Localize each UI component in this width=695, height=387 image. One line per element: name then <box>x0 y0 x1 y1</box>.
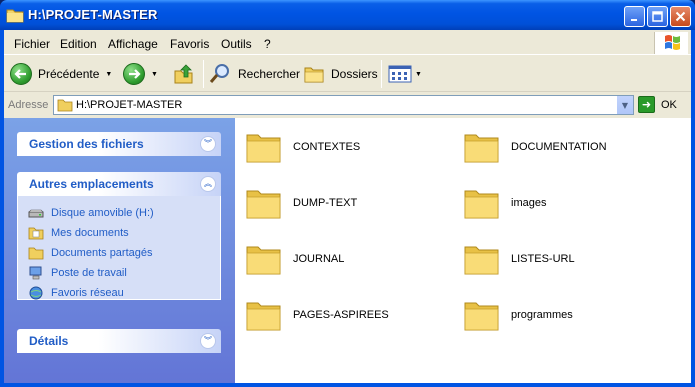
details-panel-header[interactable]: Détails ︾ <box>17 329 221 353</box>
minimize-icon[interactable] <box>624 6 645 27</box>
forward-arrow-icon <box>123 63 145 85</box>
search-label: Rechercher <box>238 67 301 81</box>
expand-chevron-icon[interactable]: ︾ <box>200 333 216 349</box>
up-folder-button[interactable] <box>173 59 195 89</box>
folders-label: Dossiers <box>331 67 378 81</box>
views-dropdown-arrow-icon[interactable]: ▼ <box>415 71 422 78</box>
address-value: H:\PROJET-MASTER <box>76 99 183 111</box>
folder-icon <box>464 134 499 163</box>
details-title: Détails <box>29 334 69 348</box>
address-dropdown-icon[interactable]: ▼ <box>616 96 633 114</box>
menu-edition[interactable]: Edition <box>60 37 97 51</box>
folder-icon <box>246 190 281 219</box>
place-shared-documents[interactable]: Documents partagés <box>28 246 153 260</box>
search-magnifier-icon <box>209 64 229 83</box>
file-management-panel-header[interactable]: Gestion des fichiers ︾ <box>17 132 221 156</box>
other-places-panel-header[interactable]: Autres emplacements ︽ <box>17 172 221 196</box>
windows-logo <box>654 32 688 54</box>
folder-item[interactable]: LISTES-URL <box>463 241 575 277</box>
close-icon[interactable] <box>670 6 691 27</box>
folders-button[interactable]: Dossiers <box>304 59 378 89</box>
folder-icon <box>246 246 281 275</box>
folder-name: PAGES-ASPIREES <box>293 309 389 321</box>
go-arrow-icon: ➜ <box>638 96 655 113</box>
address-bar: Adresse H:\PROJET-MASTER ▼ ➜ OK <box>4 93 691 117</box>
folder-icon <box>464 190 499 219</box>
back-arrow-icon <box>10 63 32 85</box>
folder-name: CONTEXTES <box>293 141 361 153</box>
place-label: Favoris réseau <box>51 287 124 299</box>
folder-icon <box>246 134 281 163</box>
window-frame-bottom <box>0 383 695 387</box>
folder-view: CONTEXTES DOCUMENTATION DUMP-TEXT images… <box>235 118 691 383</box>
folder-name: DOCUMENTATION <box>511 141 607 153</box>
search-button[interactable]: Rechercher <box>209 59 300 89</box>
views-icon <box>388 65 412 83</box>
up-folder-icon <box>174 64 193 84</box>
folder-item[interactable]: JOURNAL <box>245 241 344 277</box>
menu-favoris[interactable]: Favoris <box>170 37 209 51</box>
place-label: Poste de travail <box>51 267 127 279</box>
folder-name: DUMP-TEXT <box>293 197 358 209</box>
go-label: OK <box>661 98 677 111</box>
address-label: Adresse <box>8 99 49 111</box>
folder-icon <box>464 246 499 275</box>
address-input[interactable]: H:\PROJET-MASTER ▼ <box>53 95 634 115</box>
folder-name: programmes <box>511 309 573 321</box>
maximize-icon[interactable] <box>647 6 668 27</box>
folder-icon <box>57 99 73 112</box>
window-frame-right <box>691 30 695 387</box>
place-label: Mes documents <box>51 227 129 239</box>
other-places-title: Autres emplacements <box>29 177 154 191</box>
folder-icon <box>6 9 24 23</box>
place-label: Disque amovible (H:) <box>51 207 154 219</box>
folder-icon <box>464 302 499 331</box>
place-removable-drive[interactable]: Disque amovible (H:) <box>28 206 154 220</box>
title-bar[interactable]: H:\PROJET-MASTER <box>0 0 695 30</box>
place-my-computer[interactable]: Poste de travail <box>28 266 127 280</box>
folder-item[interactable]: DUMP-TEXT <box>245 185 357 221</box>
folder-item[interactable]: PAGES-ASPIREES <box>245 297 389 333</box>
folder-name: images <box>511 197 547 209</box>
folder-icon <box>246 302 281 331</box>
removable-drive-icon <box>28 209 44 218</box>
standard-toolbar: Précédente ▼ ▼ Rechercher Dossiers ▼ <box>4 56 691 92</box>
my-computer-icon <box>29 266 42 280</box>
back-button[interactable]: Précédente ▼ <box>10 59 112 89</box>
back-label: Précédente <box>38 67 100 81</box>
views-button[interactable]: ▼ <box>388 59 422 89</box>
menu-affichage[interactable]: Affichage <box>108 37 158 51</box>
task-pane: Gestion des fichiers ︾ Autres emplacemen… <box>4 118 235 383</box>
menu-outils[interactable]: Outils <box>221 37 252 51</box>
forward-dropdown-arrow-icon[interactable]: ▼ <box>151 71 158 78</box>
place-label: Documents partagés <box>51 247 153 259</box>
folder-name: JOURNAL <box>293 253 345 265</box>
folder-name: LISTES-URL <box>511 253 575 265</box>
place-network[interactable]: Favoris réseau <box>28 286 124 300</box>
go-button[interactable]: ➜ OK <box>638 96 677 113</box>
my-documents-icon <box>28 227 44 240</box>
menu-bar: Fichier Edition Affichage Favoris Outils… <box>4 30 691 55</box>
folder-item[interactable]: CONTEXTES <box>245 129 360 165</box>
forward-button[interactable]: ▼ <box>123 59 158 89</box>
folders-icon <box>304 67 324 83</box>
toolbar-separator <box>203 60 204 88</box>
other-places-panel-body: Disque amovible (H:) Mes documents Docum… <box>17 196 221 300</box>
window-title: H:\PROJET-MASTER <box>28 7 158 22</box>
folder-item[interactable]: images <box>463 185 546 221</box>
menu-help[interactable]: ? <box>264 37 271 51</box>
toolbar-separator <box>381 60 382 88</box>
file-management-title: Gestion des fichiers <box>29 137 144 151</box>
place-my-documents[interactable]: Mes documents <box>28 226 129 240</box>
expand-chevron-icon[interactable]: ︾ <box>200 136 216 152</box>
window-client: Fichier Edition Affichage Favoris Outils… <box>4 30 691 383</box>
network-places-icon <box>29 286 43 300</box>
back-dropdown-arrow-icon[interactable]: ▼ <box>105 71 112 78</box>
shared-folder-icon <box>28 247 44 260</box>
explorer-window: H:\PROJET-MASTER Fichier Edition Afficha… <box>0 0 695 387</box>
menu-fichier[interactable]: Fichier <box>14 37 50 51</box>
collapse-chevron-icon[interactable]: ︽ <box>200 176 216 192</box>
folder-item[interactable]: programmes <box>463 297 573 333</box>
folder-item[interactable]: DOCUMENTATION <box>463 129 607 165</box>
